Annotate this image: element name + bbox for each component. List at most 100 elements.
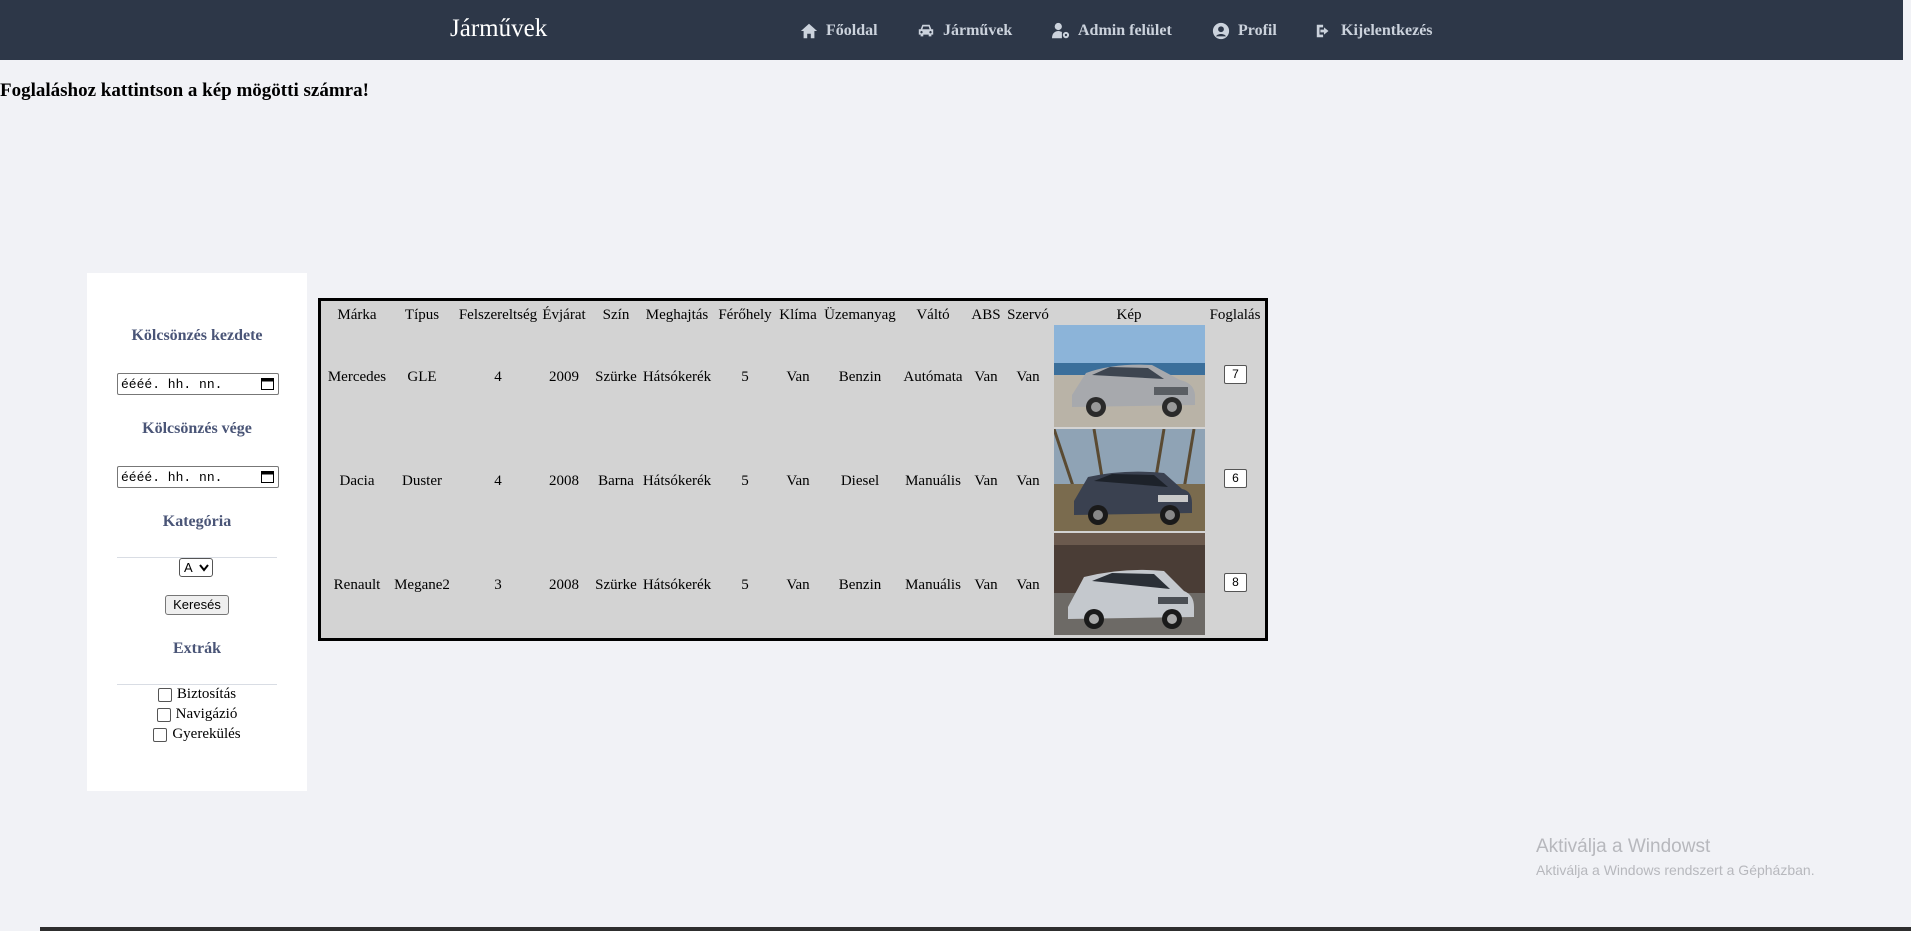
cell-brand: Mercedes: [327, 369, 387, 385]
sign-out-icon: [1316, 24, 1329, 38]
cell-seats: 5: [741, 473, 749, 489]
cell-abs: Van: [974, 473, 998, 489]
home-icon: [800, 23, 818, 39]
rental-end-date-input[interactable]: éééé. hh. nn.: [117, 466, 279, 488]
nav-logout-label: Kijelentkezés: [1341, 22, 1433, 39]
brand-title[interactable]: Járművek: [450, 15, 547, 43]
cell-equipment: 4: [494, 473, 502, 489]
book-button[interactable]: 6: [1224, 469, 1247, 488]
insurance-checkbox[interactable]: [157, 687, 172, 702]
rental-start-date-value: éééé. hh. nn.: [121, 377, 223, 392]
cell-fuel: Benzin: [838, 577, 882, 593]
cell-year: 2008: [549, 577, 579, 593]
cell-drive: Hátsókerék: [642, 473, 712, 489]
dacia-duster-photo: [1054, 429, 1205, 531]
cell-seats: 5: [741, 369, 749, 385]
nav-admin-label: Admin felület: [1078, 22, 1172, 39]
cell-type: Megane2: [394, 577, 450, 593]
navigation-label: Navigázió: [175, 706, 238, 722]
col-header-gearbox: Váltó: [916, 307, 950, 323]
cell-fuel: Benzin: [838, 369, 882, 385]
cell-abs: Van: [974, 369, 998, 385]
category-select-value: A: [184, 560, 193, 575]
nav-profile[interactable]: Profil: [1212, 20, 1277, 42]
user-circle-icon: [1212, 22, 1230, 40]
nav-home[interactable]: Főoldal: [800, 20, 878, 42]
cell-year: 2008: [549, 473, 579, 489]
renault-megane-photo: [1054, 533, 1205, 635]
cell-fuel: Diesel: [840, 473, 880, 489]
col-header-type: Típus: [404, 307, 440, 323]
cell-servo: Van: [1016, 577, 1040, 593]
cell-ac: Van: [786, 369, 810, 385]
col-header-fuel: Üzemanyag: [824, 307, 896, 323]
cell-gearbox: Manuális: [905, 473, 961, 489]
cell-year: 2009: [549, 369, 579, 385]
chevron-down-icon: [199, 564, 209, 572]
vehicle-table: Márka Típus Felszereltség Évjárat Szín M…: [318, 298, 1268, 641]
col-header-booking: Foglalás: [1209, 307, 1261, 323]
rental-end-label: Kölcsönzés vége: [142, 420, 252, 437]
cell-color: Szürke: [595, 577, 637, 593]
top-navbar: Járművek Főoldal Járművek Admin felület …: [0, 0, 1903, 60]
filter-sidebar: Kölcsönzés kezdete éééé. hh. nn. Kölcsön…: [87, 273, 307, 791]
col-header-servo: Szervó: [1007, 307, 1049, 323]
windows-activation-title: Aktiválja a Windowst: [1536, 836, 1711, 857]
extra-navigation-option[interactable]: Navigázió: [87, 706, 307, 723]
col-header-drive: Meghajtás: [645, 307, 709, 323]
cell-abs: Van: [974, 577, 998, 593]
cell-ac: Van: [786, 473, 810, 489]
book-button[interactable]: 8: [1224, 573, 1247, 592]
nav-vehicles[interactable]: Járművek: [917, 20, 1012, 42]
cell-equipment: 4: [494, 369, 502, 385]
col-header-ac: Klíma: [779, 307, 817, 323]
col-header-seats: Férőhely: [718, 307, 772, 323]
cell-seats: 5: [741, 577, 749, 593]
nav-vehicles-label: Járművek: [943, 22, 1013, 39]
extra-child-seat-option[interactable]: Gyerekülés: [87, 726, 307, 743]
col-header-brand: Márka: [337, 307, 377, 323]
col-header-abs: ABS: [971, 307, 1001, 323]
rental-start-label: Kölcsönzés kezdete: [131, 327, 263, 344]
windows-activation-subtitle: Aktiválja a Windows rendszert a Gépházba…: [1536, 862, 1815, 878]
divider: [117, 684, 277, 685]
extra-insurance-option[interactable]: Biztosítás: [87, 686, 307, 703]
cell-servo: Van: [1016, 369, 1040, 385]
col-header-color: Szín: [602, 307, 630, 323]
calendar-icon[interactable]: [261, 377, 274, 390]
book-button[interactable]: 7: [1224, 365, 1247, 384]
child-seat-label: Gyerekülés: [172, 726, 241, 742]
car-icon: [918, 24, 934, 37]
taskbar-edge: [40, 927, 1911, 931]
cell-gearbox: Manuális: [905, 577, 961, 593]
nav-admin[interactable]: Admin felület: [1052, 20, 1172, 42]
navigation-checkbox[interactable]: [156, 707, 171, 722]
cell-equipment: 3: [494, 577, 502, 593]
cell-ac: Van: [786, 577, 810, 593]
cell-drive: Hátsókerék: [642, 369, 712, 385]
category-label: Kategória: [162, 513, 232, 530]
rental-end-date-value: éééé. hh. nn.: [121, 470, 223, 485]
rental-start-date-input[interactable]: éééé. hh. nn.: [117, 373, 279, 395]
col-header-image: Kép: [1116, 307, 1142, 323]
nav-logout[interactable]: Kijelentkezés: [1315, 20, 1433, 42]
cell-servo: Van: [1016, 473, 1040, 489]
extras-label: Extrák: [173, 640, 221, 657]
search-button[interactable]: Keresés: [165, 595, 229, 615]
cell-gearbox: Autómata: [903, 369, 963, 385]
category-select[interactable]: A: [179, 558, 213, 577]
cell-brand: Renault: [333, 577, 381, 593]
cell-color: Barna: [598, 473, 634, 489]
child-seat-checkbox[interactable]: [153, 727, 168, 742]
nav-home-label: Főoldal: [826, 22, 878, 39]
mercedes-gle-photo: [1054, 325, 1205, 427]
cell-type: GLE: [407, 369, 437, 385]
cell-color: Szürke: [595, 369, 637, 385]
cell-drive: Hátsókerék: [642, 577, 712, 593]
cell-type: Duster: [402, 473, 442, 489]
nav-profile-label: Profil: [1238, 22, 1277, 39]
calendar-icon[interactable]: [261, 470, 274, 483]
insurance-label: Biztosítás: [176, 686, 237, 702]
cell-brand: Dacia: [339, 473, 375, 489]
booking-instruction: Foglaláshoz kattintson a kép mögötti szá…: [0, 80, 369, 101]
